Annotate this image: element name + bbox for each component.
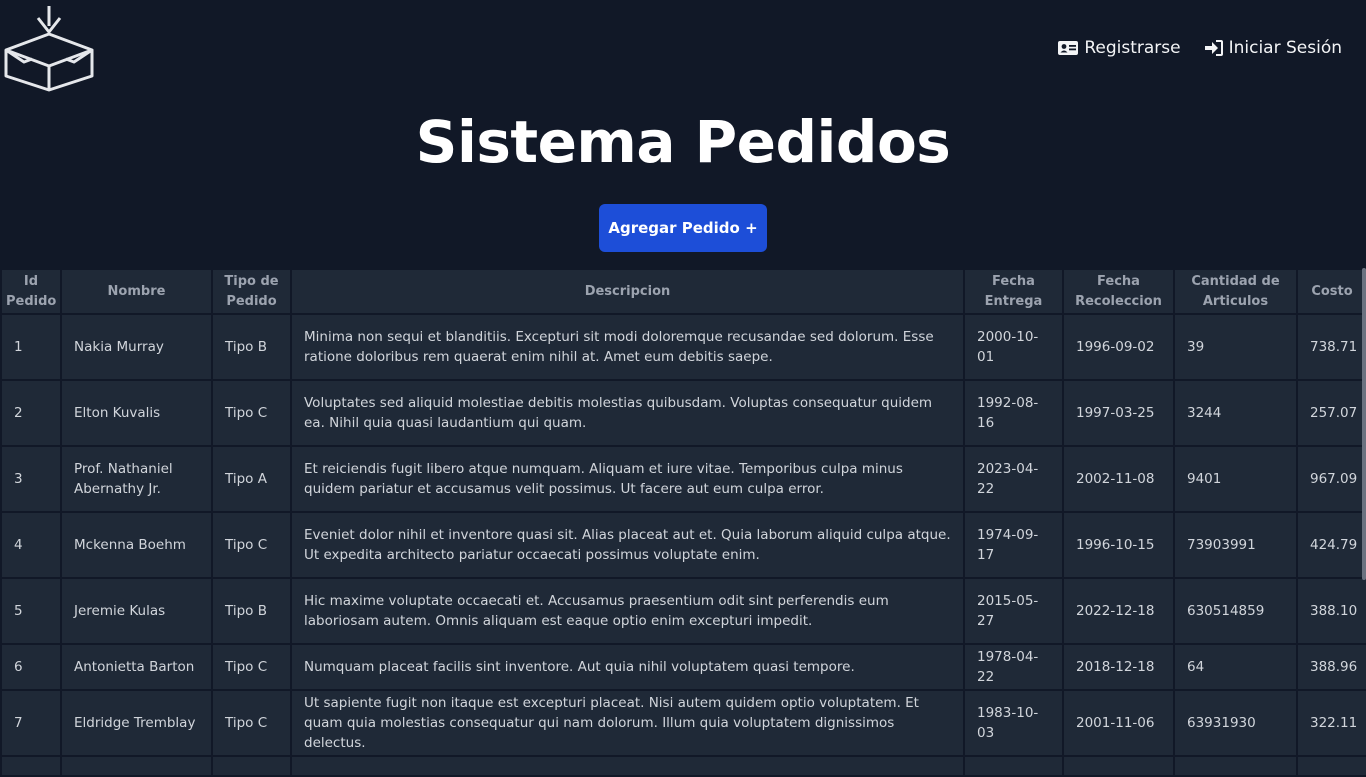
cell-description: Eveniet dolor nihil et inventore quasi s… xyxy=(290,511,965,579)
cell-name: Nakia Murray xyxy=(60,313,213,381)
table-row[interactable] xyxy=(0,755,1366,777)
cell-type: Tipo C xyxy=(211,643,292,691)
cell-cost: 738.71 xyxy=(1296,313,1366,381)
table-row[interactable]: 5 Jeremie Kulas Tipo B Hic maxime voluptate… xyxy=(0,577,1366,645)
add-order-button[interactable]: Agregar Pedido + xyxy=(599,204,767,252)
table-cell xyxy=(211,755,292,777)
cell-name: Eldridge Tremblay xyxy=(60,689,213,757)
cell-description: Numquam placeat facilis sint inventore. … xyxy=(290,643,965,691)
cell-id: 6 xyxy=(0,643,62,691)
login-link[interactable]: Iniciar Sesión xyxy=(1204,38,1342,58)
table-body: 1 Nakia Murray Tipo B Minima non sequi et b… xyxy=(0,313,1366,777)
register-link[interactable]: Registrarse xyxy=(1058,38,1181,58)
cell-quantity: 64 xyxy=(1173,643,1298,691)
login-label: Iniciar Sesión xyxy=(1228,38,1342,58)
table-header-row: Id Pedido Nombre Tipo de Pedido Descripc… xyxy=(0,268,1366,315)
table-cell xyxy=(1296,755,1366,777)
cell-cost: 322.11 xyxy=(1296,689,1366,757)
cell-pickup-date: 1996-09-02 xyxy=(1062,313,1175,381)
cell-pickup-date: 2022-12-18 xyxy=(1062,577,1175,645)
table-row[interactable]: 6 Antonietta Barton Tipo C Numquam placeat … xyxy=(0,643,1366,691)
cell-type: Tipo C xyxy=(211,511,292,579)
cell-pickup-date: 1997-03-25 xyxy=(1062,379,1175,447)
register-label: Registrarse xyxy=(1084,38,1181,58)
cell-quantity: 73903991 xyxy=(1173,511,1298,579)
table-cell xyxy=(1062,755,1175,777)
cell-description: Voluptates sed aliquid molestiae debitis… xyxy=(290,379,965,447)
cell-description: Hic maxime voluptate occaecati et. Accus… xyxy=(290,577,965,645)
box-download-icon[interactable] xyxy=(2,4,96,92)
header-cost: Costo xyxy=(1296,268,1366,315)
cell-type: Tipo A xyxy=(211,445,292,513)
id-card-icon xyxy=(1058,41,1079,55)
cell-quantity: 63931930 xyxy=(1173,689,1298,757)
cell-cost: 388.10 xyxy=(1296,577,1366,645)
cell-cost: 388.96 xyxy=(1296,643,1366,691)
page-title: Sistema Pedidos xyxy=(415,108,951,176)
sign-in-icon xyxy=(1204,40,1223,56)
table-cell xyxy=(290,755,965,777)
table-row[interactable]: 2 Elton Kuvalis Tipo C Voluptates sed aliqu… xyxy=(0,379,1366,447)
cell-pickup-date: 1996-10-15 xyxy=(1062,511,1175,579)
cell-delivery-date: 1992-08-16 xyxy=(963,379,1064,447)
cell-id: 2 xyxy=(0,379,62,447)
cell-pickup-date: 2002-11-08 xyxy=(1062,445,1175,513)
cell-name: Antonietta Barton xyxy=(60,643,213,691)
table-row[interactable]: 7 Eldridge Tremblay Tipo C Ut sapiente fugi… xyxy=(0,689,1366,757)
cell-quantity: 630514859 xyxy=(1173,577,1298,645)
cell-name: Jeremie Kulas xyxy=(60,577,213,645)
orders-table: Id Pedido Nombre Tipo de Pedido Descripc… xyxy=(0,268,1366,777)
auth-nav: Registrarse Iniciar Sesión xyxy=(1058,38,1342,58)
cell-name: Mckenna Boehm xyxy=(60,511,213,579)
cell-pickup-date: 2018-12-18 xyxy=(1062,643,1175,691)
scrollbar[interactable] xyxy=(1362,268,1366,580)
header-delivery-date: Fecha Entrega xyxy=(963,268,1064,315)
cell-id: 5 xyxy=(0,577,62,645)
cell-cost: 257.07 xyxy=(1296,379,1366,447)
table-row[interactable]: 1 Nakia Murray Tipo B Minima non sequi et b… xyxy=(0,313,1366,381)
cell-type: Tipo B xyxy=(211,313,292,381)
table-cell xyxy=(0,755,62,777)
cell-quantity: 9401 xyxy=(1173,445,1298,513)
cell-delivery-date: 2023-04-22 xyxy=(963,445,1064,513)
cell-name: Prof. Nathaniel Abernathy Jr. xyxy=(60,445,213,513)
table-row[interactable]: 3 Prof. Nathaniel Abernathy Jr. Tipo A Et r… xyxy=(0,445,1366,513)
table-cell xyxy=(1173,755,1298,777)
cell-description: Minima non sequi et blanditiis. Exceptur… xyxy=(290,313,965,381)
cell-cost: 424.79 xyxy=(1296,511,1366,579)
cell-description: Et reiciendis fugit libero atque numquam… xyxy=(290,445,965,513)
header-quantity: Cantidad de Articulos xyxy=(1173,268,1298,315)
cell-quantity: 39 xyxy=(1173,313,1298,381)
cell-type: Tipo C xyxy=(211,689,292,757)
cell-delivery-date: 2000-10-01 xyxy=(963,313,1064,381)
page-header: Registrarse Iniciar Sesión Sistema Pedid… xyxy=(0,0,1366,268)
header-type: Tipo de Pedido xyxy=(211,268,292,315)
cell-id: 7 xyxy=(0,689,62,757)
header-name: Nombre xyxy=(60,268,213,315)
cell-id: 1 xyxy=(0,313,62,381)
table-cell xyxy=(60,755,213,777)
cell-cost: 967.09 xyxy=(1296,445,1366,513)
header-id: Id Pedido xyxy=(0,268,62,315)
header-description: Descripcion xyxy=(290,268,965,315)
cell-delivery-date: 2015-05-27 xyxy=(963,577,1064,645)
cell-quantity: 3244 xyxy=(1173,379,1298,447)
cell-name: Elton Kuvalis xyxy=(60,379,213,447)
table-cell xyxy=(963,755,1064,777)
cell-delivery-date: 1983-10-03 xyxy=(963,689,1064,757)
cell-id: 4 xyxy=(0,511,62,579)
cell-delivery-date: 1974-09-17 xyxy=(963,511,1064,579)
header-pickup-date: Fecha Recoleccion xyxy=(1062,268,1175,315)
cell-type: Tipo C xyxy=(211,379,292,447)
cell-description: Ut sapiente fugit non itaque est exceptu… xyxy=(290,689,965,757)
cell-delivery-date: 1978-04-22 xyxy=(963,643,1064,691)
cell-id: 3 xyxy=(0,445,62,513)
cell-type: Tipo B xyxy=(211,577,292,645)
table-row[interactable]: 4 Mckenna Boehm Tipo C Eveniet dolor nihil … xyxy=(0,511,1366,579)
cell-pickup-date: 2001-11-06 xyxy=(1062,689,1175,757)
